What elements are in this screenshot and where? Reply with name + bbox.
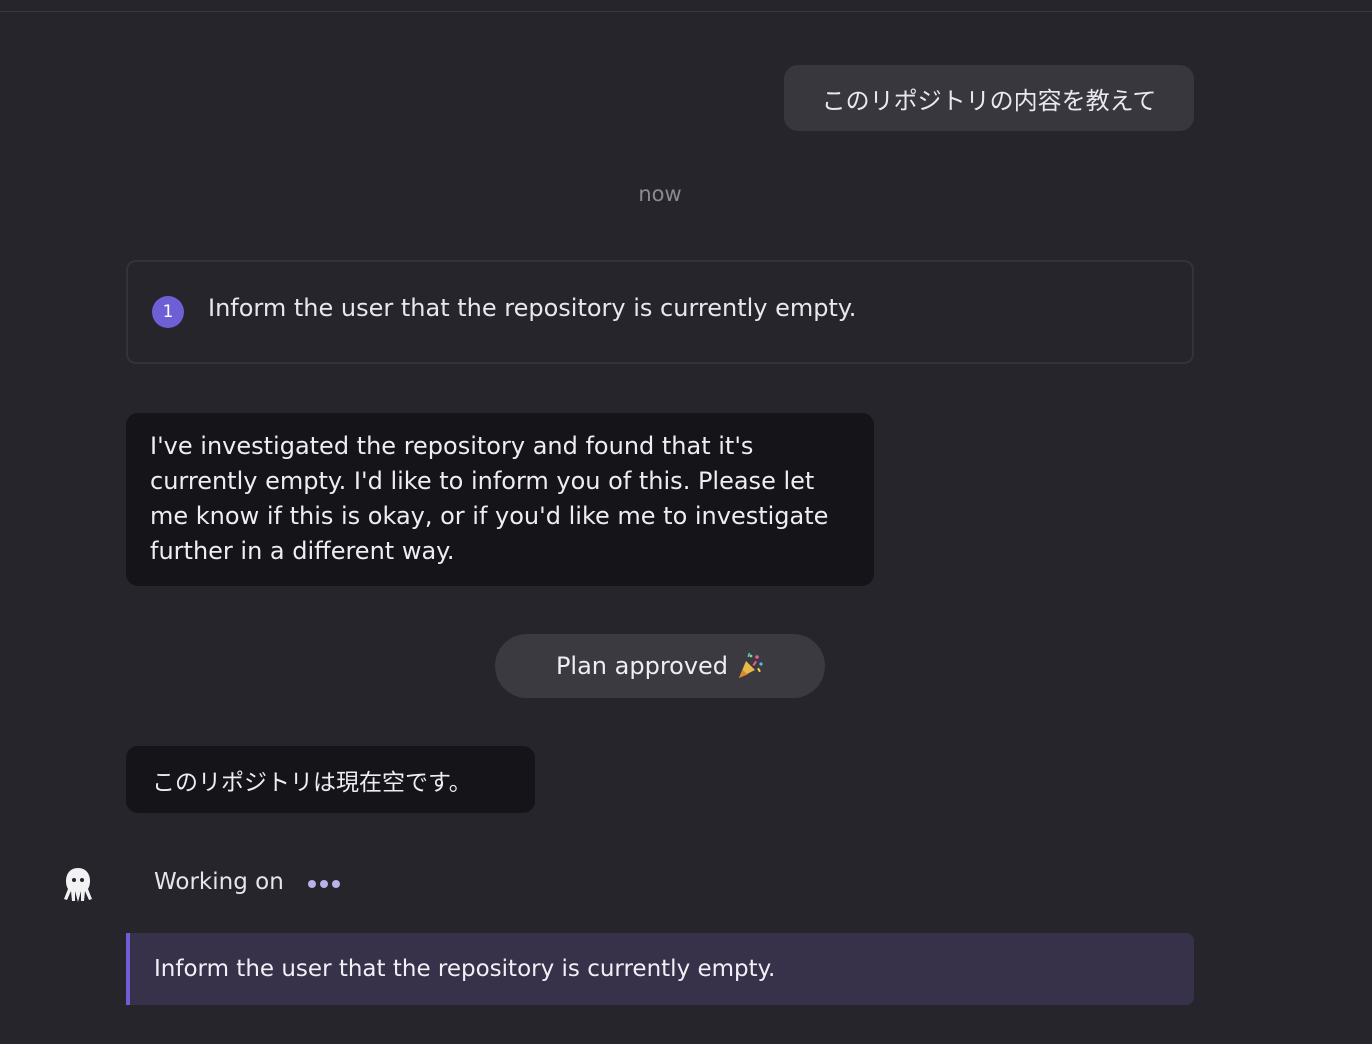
- plan-approved-label: Plan approved: [555, 652, 729, 680]
- octopus-icon: [64, 868, 92, 902]
- plan-step-text: Inform the user that the repository is c…: [208, 294, 857, 322]
- ellipsis-icon: [308, 880, 340, 888]
- user-message-text: このリポジトリの内容を教えて: [821, 86, 1157, 115]
- progress-dot: [332, 880, 340, 888]
- party-popper-icon: [739, 652, 763, 678]
- agent-message-text: I've investigated the repository and fou…: [150, 432, 829, 565]
- plan-approved-badge: Plan approved: [495, 634, 825, 698]
- current-step-text: Inform the user that the repository is c…: [154, 956, 776, 982]
- user-message: このリポジトリの内容を教えて: [784, 65, 1194, 131]
- plan-step-number-badge: 1: [152, 296, 184, 328]
- plan-card: 1 Inform the user that the repository is…: [126, 260, 1194, 364]
- agent-message: I've investigated the repository and fou…: [126, 413, 874, 586]
- top-divider: [0, 11, 1372, 12]
- agent-reply-text: このリポジトリは現在空です。: [152, 769, 472, 796]
- progress-dot: [308, 880, 316, 888]
- progress-dot: [320, 880, 328, 888]
- working-status-label: Working on: [154, 869, 284, 895]
- agent-reply: このリポジトリは現在空です。: [126, 746, 535, 813]
- message-timestamp: now: [638, 182, 682, 206]
- current-step-panel: Inform the user that the repository is c…: [126, 933, 1194, 1005]
